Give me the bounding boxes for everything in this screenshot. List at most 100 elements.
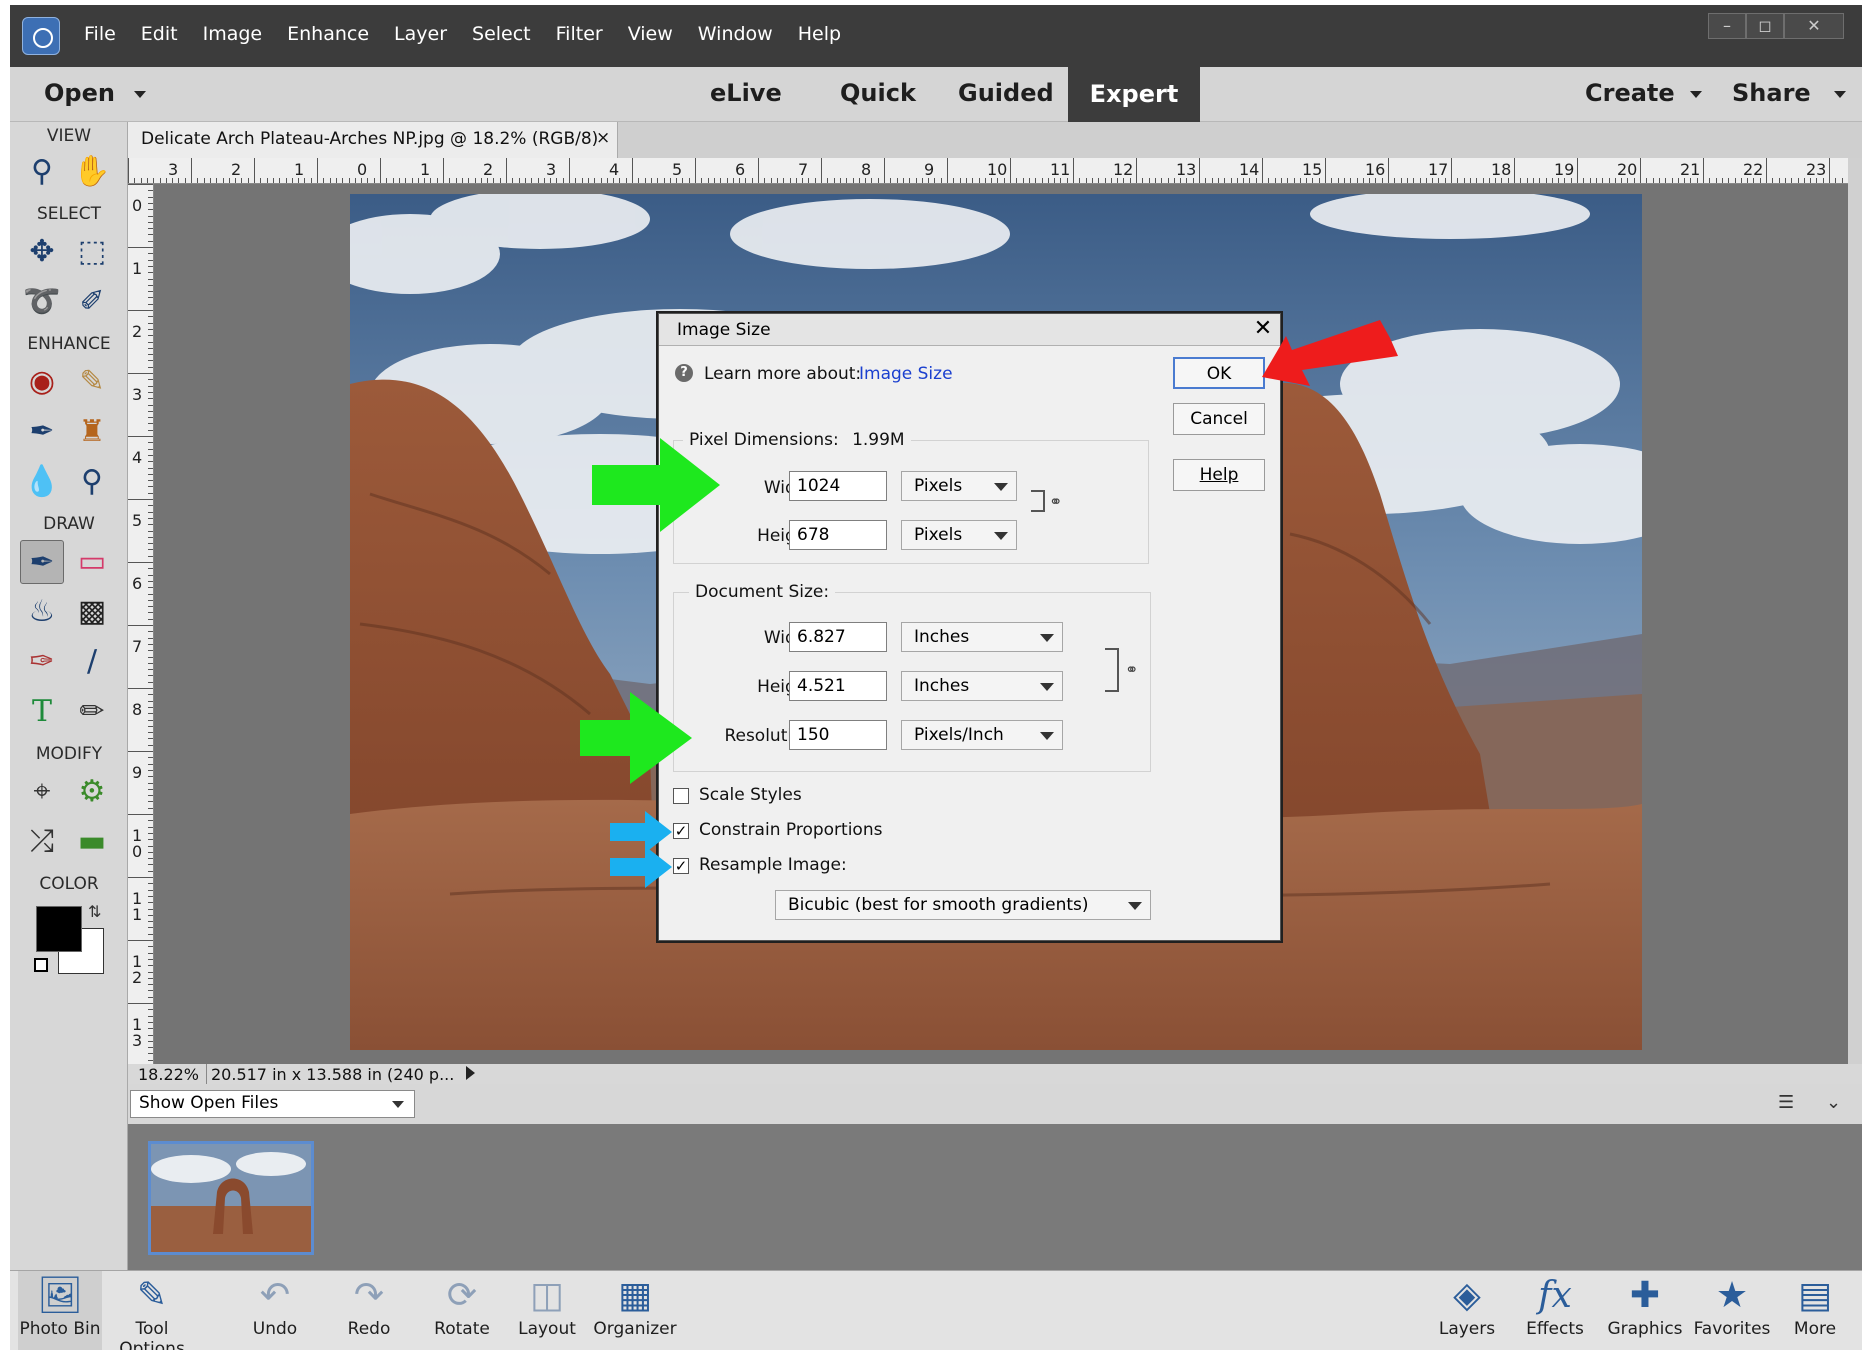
lasso-tool-icon[interactable]: ➰: [20, 280, 64, 324]
quick-selection-tool-icon[interactable]: ✐: [70, 280, 114, 324]
document-tab-close-icon[interactable]: ×: [596, 128, 610, 148]
foreground-color-swatch[interactable]: [36, 906, 82, 952]
eraser-tool-icon[interactable]: ▭: [70, 540, 114, 584]
menu-bar: File Edit Image Enhance Layer Select Fil…: [10, 5, 1862, 67]
vertical-scrollbar[interactable]: [1848, 158, 1862, 1064]
layout-icon: ◫: [529, 1275, 564, 1316]
default-colors-icon[interactable]: [34, 958, 48, 972]
maximize-button[interactable]: ◻: [1746, 13, 1784, 39]
photo-bin: [128, 1124, 1862, 1270]
tab-expert[interactable]: Expert: [1068, 67, 1200, 122]
ruler-top-label: 1: [294, 160, 305, 179]
chevron-down-icon: [1128, 902, 1142, 910]
zoom-readout[interactable]: 18.22%: [138, 1065, 199, 1084]
document-size-readout: 20.517 in x 13.588 in (240 p...: [206, 1064, 454, 1084]
ruler-left-label: 1 2: [132, 952, 143, 987]
resample-method-select[interactable]: Bicubic (best for smooth gradients): [775, 890, 1151, 920]
more-button[interactable]: ▤ More: [1782, 1271, 1848, 1350]
share-dropdown-icon[interactable]: [1834, 91, 1846, 98]
marquee-tool-icon[interactable]: ⬚: [70, 230, 114, 274]
eyedropper-tool-icon[interactable]: ✑: [20, 640, 64, 684]
create-dropdown-icon[interactable]: [1690, 91, 1702, 98]
section-color: COLOR: [39, 874, 99, 894]
crop-tool-icon[interactable]: ⌖: [20, 770, 64, 814]
smart-brush-tool-icon[interactable]: ✒: [20, 410, 64, 454]
effects-icon: fx: [1538, 1275, 1572, 1316]
rotate-button[interactable]: ⟳ Rotate: [422, 1271, 502, 1350]
zoom-tool-icon[interactable]: ⚲: [20, 150, 64, 194]
status-menu-arrow-icon[interactable]: [466, 1066, 475, 1080]
status-bar: 18.22% 20.517 in x 13.588 in (240 p...: [128, 1064, 1862, 1084]
favorites-button[interactable]: ★ Favorites: [1690, 1271, 1774, 1350]
annotation-arrows: [580, 320, 1398, 888]
green-arrow-width: [592, 438, 720, 532]
hand-tool-icon[interactable]: ✋: [70, 150, 114, 194]
ruler-top-label: 19: [1554, 160, 1575, 179]
ruler-left-label: 1 0: [132, 826, 143, 861]
recompose-tool-icon[interactable]: ⚙: [70, 770, 114, 814]
organizer-label: Organizer: [593, 1319, 677, 1339]
organizer-icon: ▦: [617, 1275, 652, 1316]
gradient-tool-icon[interactable]: ▩: [70, 590, 114, 634]
type-tool-icon[interactable]: T: [20, 690, 64, 734]
blur-tool-icon[interactable]: 💧: [20, 460, 64, 504]
create-button[interactable]: Create: [1585, 79, 1675, 107]
ruler-top-label: 0: [357, 160, 368, 179]
tab-elive[interactable]: eLive: [710, 79, 782, 107]
pencil-tool-icon[interactable]: ✏: [70, 690, 114, 734]
menu-view[interactable]: View: [628, 23, 673, 45]
menu-select[interactable]: Select: [472, 23, 531, 45]
collapse-chevron-icon[interactable]: ⌄: [1826, 1092, 1841, 1113]
ruler-top-label: 3: [168, 160, 179, 179]
thumbnail-image[interactable]: [148, 1141, 314, 1255]
mode-bar: Open eLive Quick Guided Expert Create Sh…: [10, 67, 1862, 122]
layout-button[interactable]: ◫ Layout: [510, 1271, 584, 1350]
share-button[interactable]: Share: [1732, 79, 1811, 107]
tab-guided[interactable]: Guided: [958, 79, 1054, 107]
toolbox: VIEW ⚲ ✋ SELECT ✥ ⬚ ➰ ✐ ENHANCE ◉ ✎ ✒ ♜ …: [10, 122, 128, 1272]
menu-help[interactable]: Help: [798, 23, 841, 45]
ruler-left-label: 8: [132, 700, 143, 719]
healing-brush-tool-icon[interactable]: ✎: [70, 360, 114, 404]
ruler-top-label: 17: [1428, 160, 1449, 179]
menu-enhance[interactable]: Enhance: [287, 23, 369, 45]
menu-window[interactable]: Window: [698, 23, 773, 45]
more-label: More: [1793, 1319, 1837, 1339]
sponge-tool-icon[interactable]: ⚲: [70, 460, 114, 504]
effects-button[interactable]: fx Effects: [1518, 1271, 1592, 1350]
photo-bin-button[interactable]: 🖼 Photo Bin: [18, 1271, 102, 1350]
brush-tool-icon[interactable]: ✒: [20, 540, 64, 584]
swap-colors-icon[interactable]: ⇅: [88, 902, 101, 921]
undo-button[interactable]: ↶ Undo: [240, 1271, 310, 1350]
document-tab[interactable]: Delicate Arch Plateau-Arches NP.jpg @ 18…: [128, 122, 618, 158]
menu-edit[interactable]: Edit: [141, 23, 178, 45]
red-eye-tool-icon[interactable]: ◉: [20, 360, 64, 404]
tool-options-label: Tool Options: [119, 1319, 185, 1350]
paint-bucket-tool-icon[interactable]: ♨: [20, 590, 64, 634]
menu-file[interactable]: File: [84, 23, 116, 45]
open-button[interactable]: Open: [44, 79, 115, 107]
layers-button[interactable]: ◈ Layers: [1430, 1271, 1504, 1350]
move-tool-icon[interactable]: ✥: [20, 230, 64, 274]
line-tool-icon[interactable]: ∕: [70, 640, 114, 684]
content-aware-move-tool-icon[interactable]: ⤮: [20, 820, 64, 864]
photo-bin-icon: 🖼: [37, 1275, 83, 1316]
menu-filter[interactable]: Filter: [556, 23, 603, 45]
ruler-left-label: 6: [132, 574, 143, 593]
minimize-button[interactable]: –: [1708, 13, 1746, 39]
menu-image[interactable]: Image: [203, 23, 263, 45]
bin-menu-icon[interactable]: ☰: [1778, 1092, 1794, 1113]
graphics-button[interactable]: ✚ Graphics: [1602, 1271, 1688, 1350]
close-window-button[interactable]: ✕: [1784, 13, 1844, 39]
straighten-tool-icon[interactable]: ▬: [70, 820, 114, 864]
tool-options-button[interactable]: ✎ Tool Options: [102, 1271, 202, 1350]
open-dropdown-icon[interactable]: [134, 91, 146, 98]
menu-layer[interactable]: Layer: [394, 23, 447, 45]
ruler-left-ticks: [128, 184, 153, 1061]
redo-button[interactable]: ↷ Redo: [334, 1271, 404, 1350]
show-open-files-select[interactable]: Show Open Files: [130, 1090, 415, 1118]
undo-icon: ↶: [259, 1275, 291, 1316]
organizer-button[interactable]: ▦ Organizer: [590, 1271, 680, 1350]
tab-quick[interactable]: Quick: [840, 79, 916, 107]
clone-stamp-tool-icon[interactable]: ♜: [70, 410, 114, 454]
